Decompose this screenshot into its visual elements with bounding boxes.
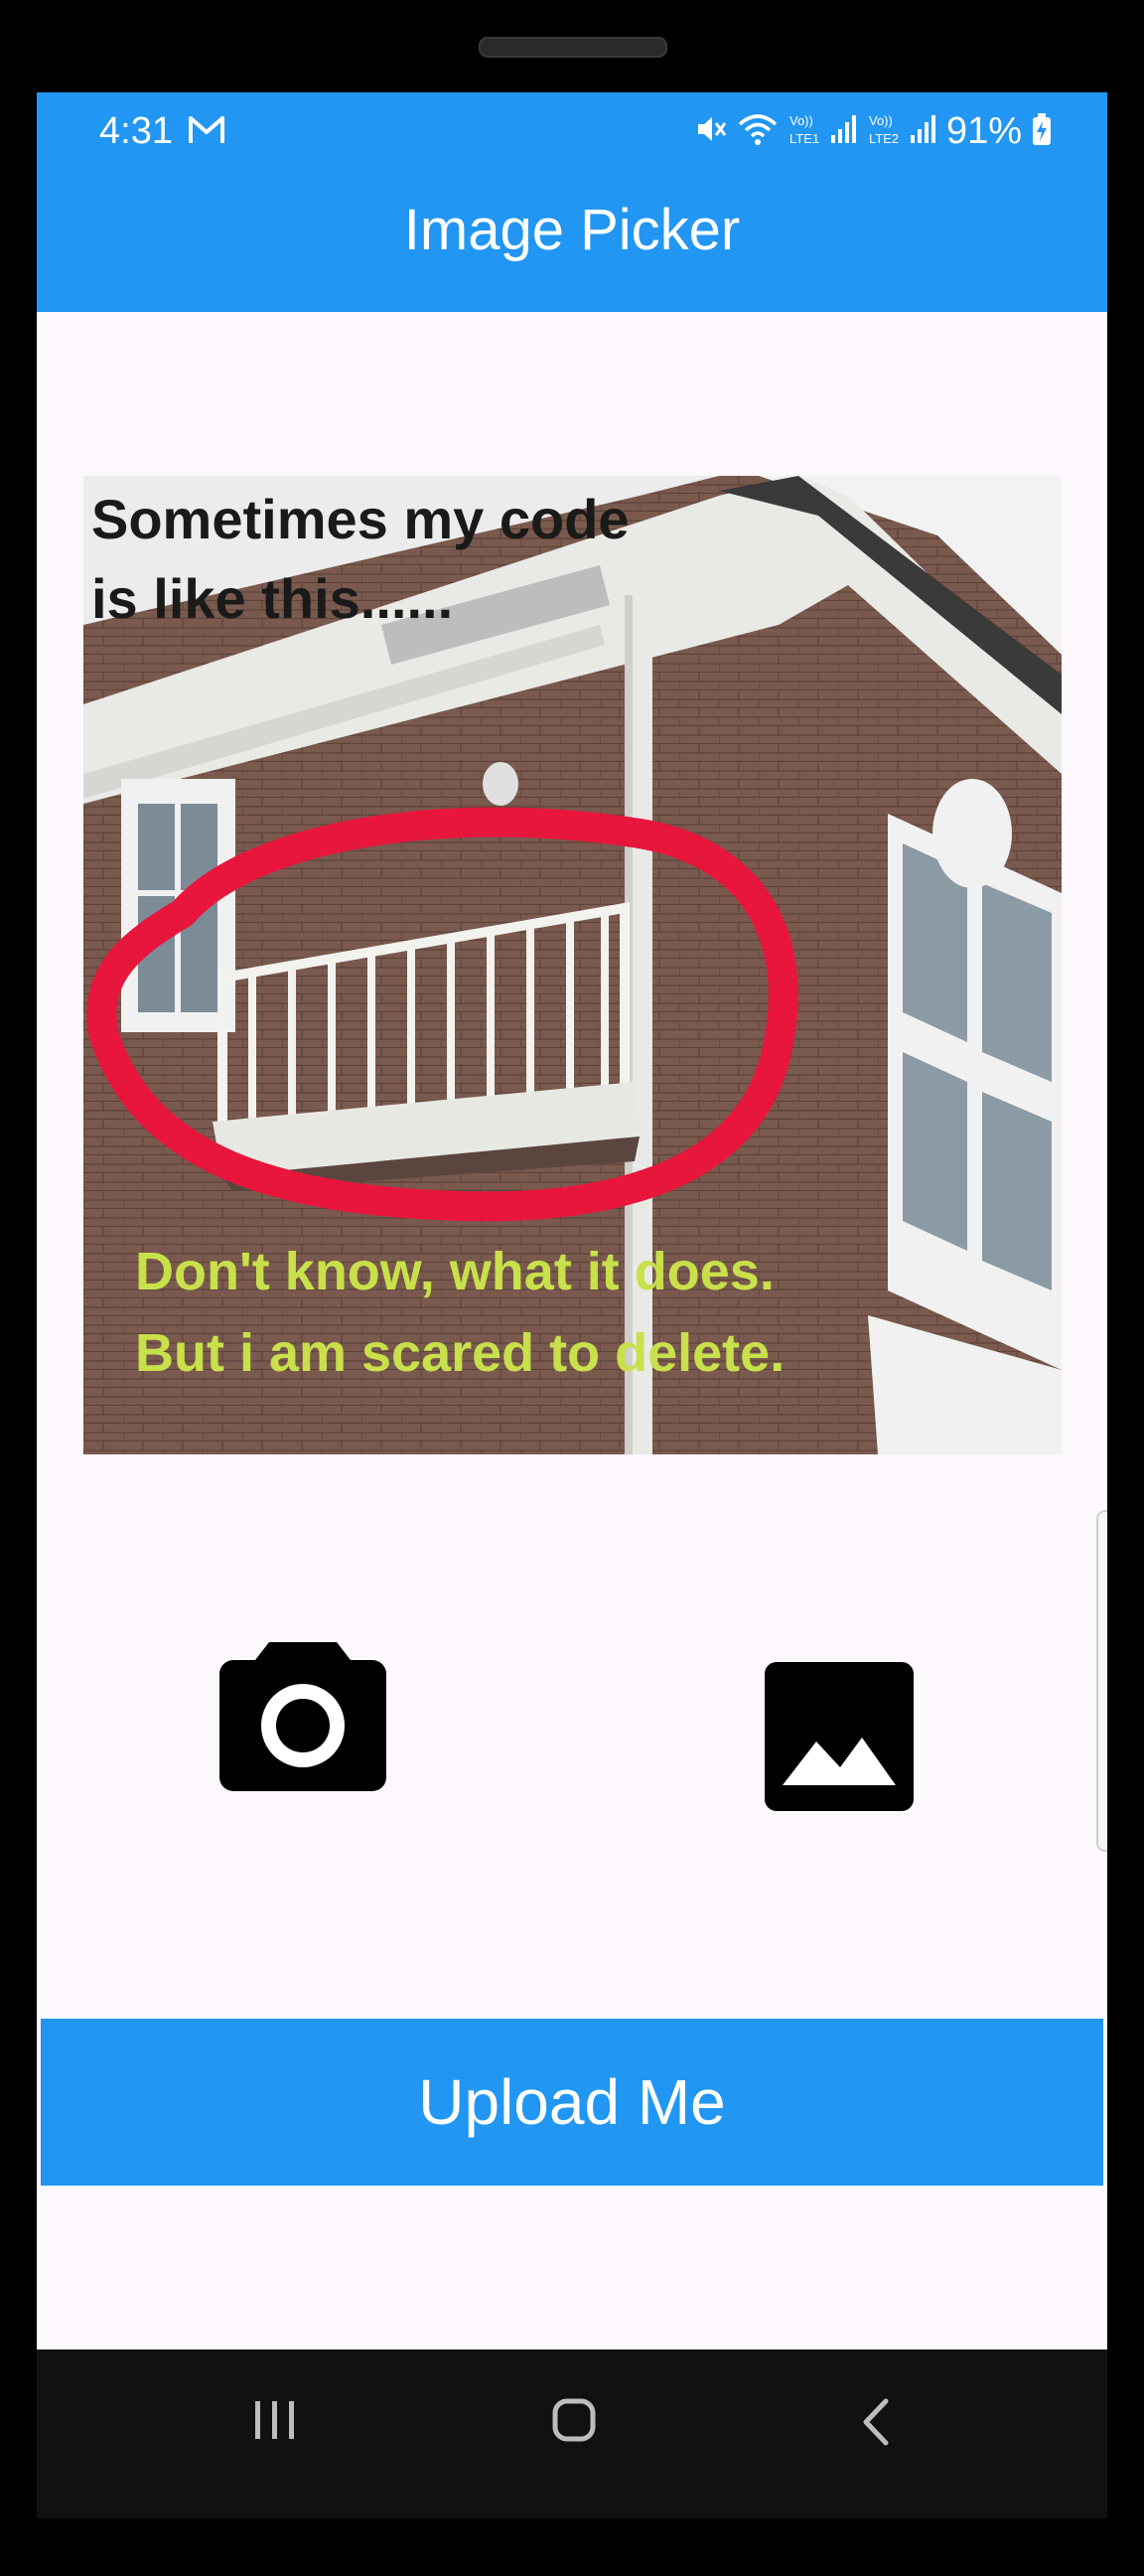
app-title: Image Picker xyxy=(403,198,741,262)
sim2-signal-icon: Vo)) LTE2 xyxy=(867,109,936,154)
recents-icon[interactable] xyxy=(253,2397,297,2448)
earpiece-speaker xyxy=(479,37,667,58)
selected-image-preview: Sometimes my code is like this...... Don… xyxy=(83,476,1062,1454)
svg-text:Vo)): Vo)) xyxy=(869,113,893,128)
back-icon[interactable] xyxy=(856,2397,896,2452)
system-navigation-bar xyxy=(37,2349,1107,2518)
battery-charging-icon xyxy=(1032,112,1052,151)
meme-caption-top: Sometimes my code is like this...... xyxy=(91,488,630,630)
sim2-label: LTE2 xyxy=(869,131,899,146)
wifi-icon xyxy=(738,112,778,151)
status-time: 4:31 xyxy=(99,110,173,152)
edge-panel-handle[interactable] xyxy=(1096,1510,1107,1852)
mute-icon xyxy=(694,112,728,151)
app-bar: 4:31 Vo)) LTE1 Vo)) LTE2 91% Image Picke… xyxy=(37,92,1107,312)
meme-caption-bottom: Don't know, what it does. But i am scare… xyxy=(135,1242,786,1383)
status-icons: Vo)) LTE1 Vo)) LTE2 91% xyxy=(694,106,1052,156)
gallery-button[interactable] xyxy=(765,1662,914,1811)
sim1-signal-icon: Vo)) LTE1 xyxy=(787,109,857,154)
camera-icon xyxy=(219,1642,386,1791)
image-icon xyxy=(765,1662,914,1811)
camera-button[interactable] xyxy=(219,1642,386,1791)
battery-percentage: 91% xyxy=(945,109,1022,152)
sim1-label: LTE1 xyxy=(789,131,819,146)
gmail-notification-icon xyxy=(188,114,225,151)
app-screen: 4:31 Vo)) LTE1 Vo)) LTE2 91% Image Picke… xyxy=(37,92,1107,2349)
svg-text:Vo)): Vo)) xyxy=(789,113,813,128)
upload-button[interactable]: Upload Me xyxy=(41,2019,1103,2186)
home-icon[interactable] xyxy=(551,2397,597,2448)
